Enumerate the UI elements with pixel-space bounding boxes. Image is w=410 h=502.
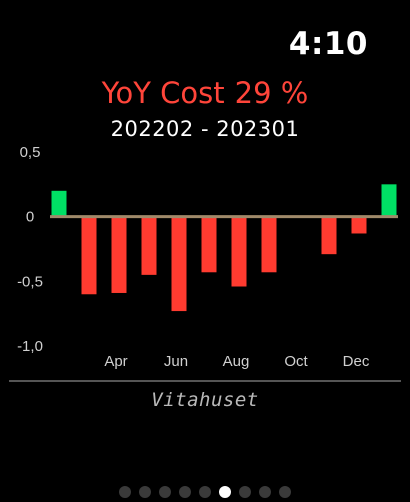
x-tick-label: Jun — [164, 353, 188, 370]
page-dot[interactable] — [239, 486, 251, 498]
bar-aug — [231, 216, 247, 287]
page-dot[interactable] — [219, 486, 231, 498]
x-tick-label: Aug — [223, 353, 250, 370]
page-dot[interactable] — [119, 486, 131, 498]
bar-mar — [81, 216, 97, 295]
yoy-cost-bar-chart: 0,5 0 -0,5 -1,0 Apr Jun Aug Oct Dec — [17, 144, 398, 370]
page-dot[interactable] — [279, 486, 291, 498]
page-dot[interactable] — [179, 486, 191, 498]
page-indicator[interactable] — [0, 486, 410, 498]
page-dot[interactable] — [159, 486, 171, 498]
store-name: Vitahuset — [151, 389, 259, 411]
x-tick-label: Oct — [284, 353, 308, 370]
page-dot[interactable] — [139, 486, 151, 498]
bar-nov — [321, 216, 337, 255]
bar-apr — [111, 216, 127, 293]
bar-jan — [381, 184, 397, 217]
bar-may — [141, 216, 157, 275]
divider — [9, 380, 401, 382]
x-tick-label: Dec — [343, 353, 370, 370]
y-tick-label: -1,0 — [17, 338, 43, 355]
y-tick-label: 0,5 — [20, 144, 41, 161]
bar-jun — [171, 216, 187, 312]
x-tick-label: Apr — [104, 353, 127, 370]
y-tick-label: -0,5 — [17, 273, 43, 290]
page-dot[interactable] — [259, 486, 271, 498]
bar-jul — [201, 216, 217, 273]
page-dot[interactable] — [199, 486, 211, 498]
bar-sep — [261, 216, 277, 273]
bar-dec — [351, 216, 367, 234]
y-tick-label: 0 — [26, 209, 34, 226]
bar-feb — [51, 190, 67, 217]
